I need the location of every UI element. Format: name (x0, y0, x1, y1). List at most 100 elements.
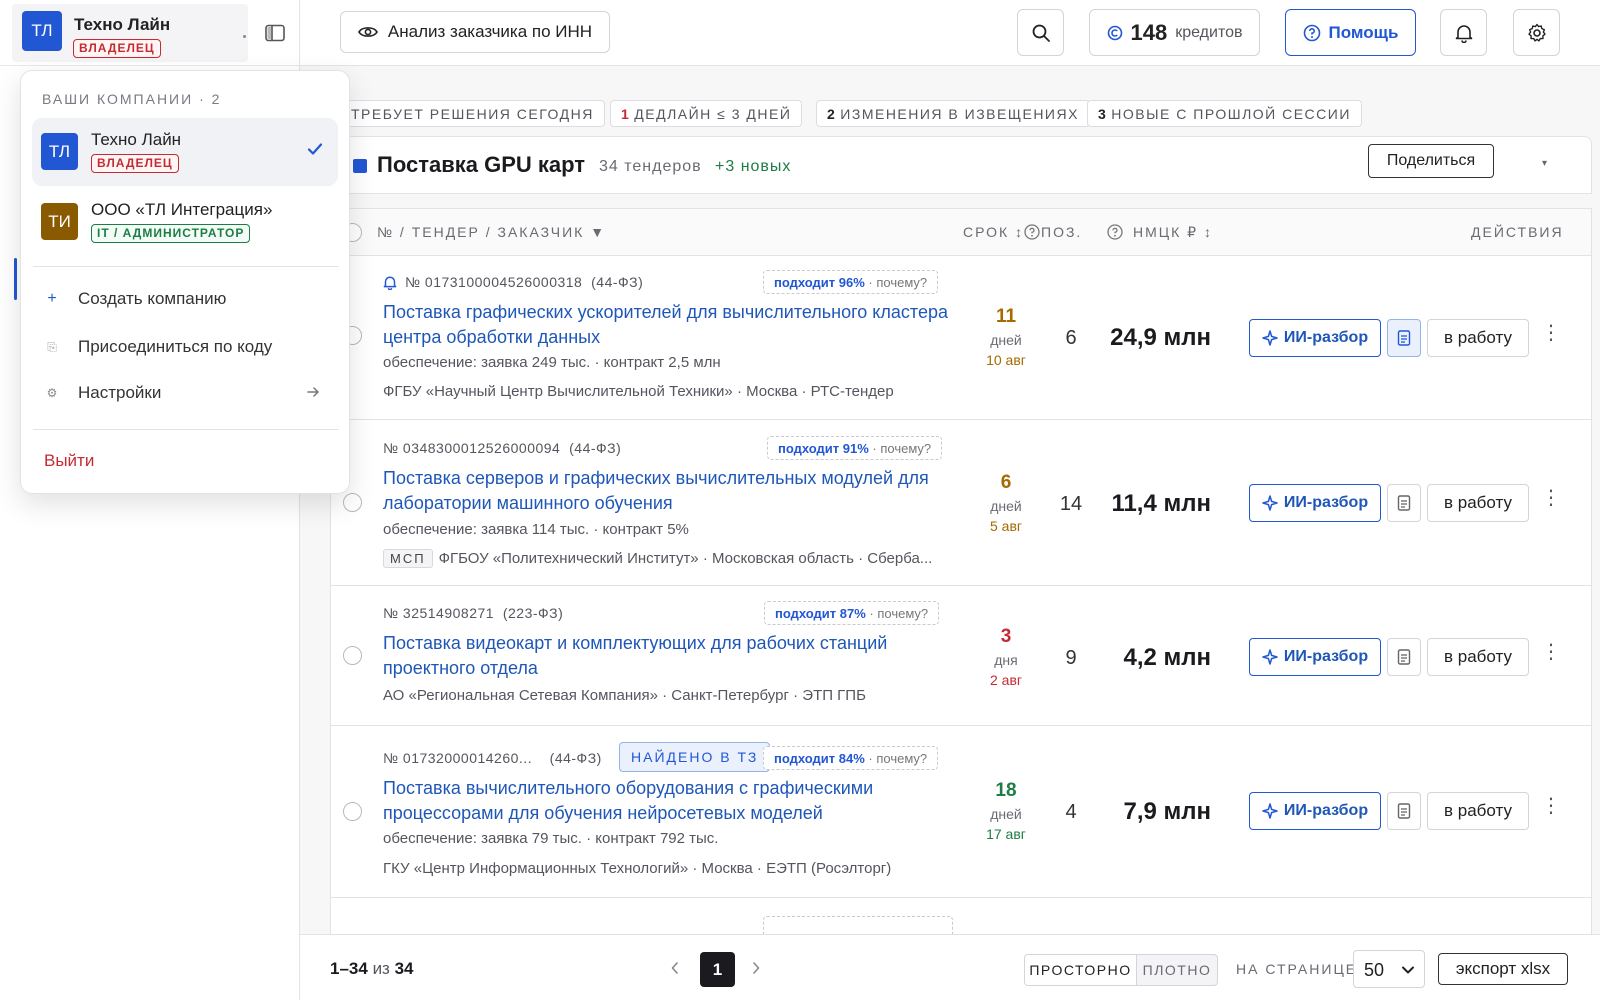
export-xlsx-button[interactable]: экспорт xlsx (1438, 953, 1568, 985)
company-avatar: ТЛ (22, 11, 62, 51)
row-checkbox[interactable] (343, 802, 362, 821)
help-button[interactable]: Помощь (1285, 9, 1416, 56)
tender-title-link[interactable]: Поставка серверов и графических вычислит… (383, 466, 958, 516)
header-nmck[interactable]: НМЦК ₽ ↕ (1133, 224, 1213, 241)
company-name: Техно Лайн (74, 15, 171, 34)
chip-changes[interactable]: 2 ИЗМЕНЕНИЯ В ИЗВЕЩЕНИЯХ (816, 100, 1090, 127)
collection-new-count: +3 новых (715, 158, 792, 175)
settings-label: Настройки (78, 383, 162, 402)
ai-analysis-button[interactable]: ИИ-разбор (1249, 319, 1381, 357)
tender-customer: ГКУ «Центр Информационных Технологий» · … (383, 860, 892, 877)
row-checkbox[interactable] (343, 646, 362, 665)
chip-new[interactable]: 3 НОВЫЕ С ПРОШЛОЙ СЕССИИ (1087, 100, 1362, 127)
dropdown-divider (33, 429, 339, 430)
deadline-unit: дней (990, 498, 1022, 514)
credits-icon (1107, 25, 1123, 41)
tender-title-link[interactable]: Поставка вычислительного оборудования с … (383, 776, 958, 826)
chevron-right-icon[interactable] (751, 961, 761, 975)
fit-score-badge[interactable]: подходит 84% · почему? (763, 746, 939, 770)
take-to-work-button[interactable]: в работу (1427, 638, 1529, 676)
company-option-name: ООО «ТЛ Интеграция» (91, 200, 273, 219)
ai-analysis-label: ИИ-разбор (1283, 329, 1369, 346)
share-button[interactable]: Поделиться (1368, 144, 1494, 178)
header-deadline[interactable]: СРОК ↕ (963, 224, 1024, 240)
table-row[interactable]: № 0173100004526000318 (44-ФЗ) подходит 9… (331, 256, 1591, 420)
header-tender[interactable]: № / ТЕНДЕР / ЗАКАЗЧИК ▼ (377, 224, 606, 240)
ai-analysis-button[interactable]: ИИ-разбор (1249, 638, 1381, 676)
chevron-left-icon[interactable] (670, 961, 680, 975)
positions-count: 14 (1059, 493, 1083, 515)
deadline-date: 2 авг (989, 672, 1022, 688)
logout-button[interactable]: Выйти (44, 451, 94, 471)
ai-analysis-button[interactable]: ИИ-разбор (1249, 484, 1381, 522)
document-button[interactable] (1387, 484, 1421, 522)
create-company-label: Создать компанию (78, 289, 227, 308)
tender-number: № 01732000014260... (44-ФЗ) (383, 750, 602, 766)
tender-title-link[interactable]: Поставка видеокарт и комплектующих для р… (383, 631, 958, 681)
more-vertical-icon[interactable]: ⋮ (1541, 323, 1561, 343)
company-option-tl-integration[interactable]: ТИ ООО «ТЛ Интеграция» IT / АДМИНИСТРАТО… (32, 188, 338, 256)
document-icon (1397, 330, 1411, 346)
density-spacious[interactable]: ПРОСТОРНО (1025, 955, 1137, 985)
switcher-caret-icon (243, 35, 246, 38)
help-circle-icon[interactable] (1024, 224, 1040, 240)
share-menu-caret-icon[interactable]: ▾ (1542, 158, 1548, 169)
page-1-button[interactable]: 1 (700, 952, 735, 987)
company-option-name: Техно Лайн (91, 130, 182, 149)
help-circle-icon[interactable] (1107, 224, 1123, 240)
join-by-code-button[interactable]: ⎘ Присоединиться по коду (33, 327, 339, 367)
settings-button[interactable]: ⚙ Настройки (33, 373, 339, 413)
more-vertical-icon[interactable]: ⋮ (1541, 488, 1561, 508)
deadline-cell: 6 дней 5 авг (971, 472, 1041, 534)
search-button[interactable] (1017, 9, 1064, 56)
chip-deadline[interactable]: 1 ДЕДЛАЙН ≤ 3 ДНЕЙ (610, 100, 803, 127)
main-content: ТРЕБУЕТ РЕШЕНИЯ СЕГОДНЯ 1 ДЕДЛАЙН ≤ 3 ДНЕ… (300, 66, 1600, 948)
row-checkbox[interactable] (343, 493, 362, 512)
deadline-cell: 11 дней 10 авг (971, 306, 1041, 368)
company-switcher[interactable]: ТЛ Техно Лайн ВЛАДЕЛЕЦ (12, 4, 248, 62)
sidebar-toggle-icon[interactable] (262, 20, 288, 46)
notifications-button[interactable] (1440, 9, 1487, 56)
table-row[interactable]: № 0348300012526000094 (44-ФЗ) подходит 9… (331, 420, 1591, 586)
sidebar-active-indicator (14, 258, 17, 300)
density-compact[interactable]: ПЛОТНО (1137, 955, 1217, 985)
ai-analysis-button[interactable]: ИИ-разбор (1249, 792, 1381, 830)
deadline-days: 18 (995, 780, 1017, 801)
sidebar-header: ТЛ Техно Лайн ВЛАДЕЛЕЦ (0, 0, 300, 66)
dropdown-divider (33, 266, 339, 267)
bell-icon (1455, 23, 1473, 43)
table-row[interactable]: № 01732000014260... (44-ФЗ) НАЙДЕНО В ТЗ… (331, 726, 1591, 898)
company-avatar: ТИ (41, 203, 78, 240)
credits-button[interactable]: 148 кредитов (1089, 9, 1260, 56)
per-page-select[interactable]: 50 (1353, 950, 1425, 988)
document-icon (1397, 803, 1411, 819)
deadline-date: 5 авг (989, 518, 1022, 534)
company-option-techno-line[interactable]: ТЛ Техно Лайн ВЛАДЕЛЕЦ (32, 118, 338, 186)
help-label: Помощь (1328, 22, 1399, 42)
results-range: 1–34 из 34 (330, 959, 414, 978)
pagination-footer: 1–34 из 34 1 ПРОСТОРНО ПЛОТНО НА СТРАНИЦ… (300, 934, 1600, 1000)
more-vertical-icon[interactable]: ⋮ (1541, 796, 1561, 816)
document-button[interactable] (1387, 638, 1421, 676)
table-row[interactable]: № 32514908271 (223-ФЗ) подходит 87% · по… (331, 586, 1591, 726)
company-option-role: IT / АДМИНИСТРАТОР (91, 224, 251, 243)
check-icon (307, 142, 323, 156)
take-to-work-button[interactable]: в работу (1427, 484, 1529, 522)
fit-score-badge[interactable]: подходит 87% · почему? (764, 601, 940, 625)
join-by-code-label: Присоединиться по коду (78, 337, 273, 356)
fit-score-badge[interactable]: подходит 91% · почему? (767, 436, 943, 460)
fit-score-badge[interactable]: подходит 96% · почему? (763, 270, 939, 294)
take-to-work-button[interactable]: в работу (1427, 319, 1529, 357)
tender-title-link[interactable]: Поставка графических ускорителей для выч… (383, 300, 958, 350)
chip-needs-decision[interactable]: ТРЕБУЕТ РЕШЕНИЯ СЕГОДНЯ (340, 100, 605, 127)
inn-analysis-button[interactable]: Анализ заказчика по ИНН (340, 11, 610, 53)
document-button[interactable] (1387, 319, 1421, 357)
chip-count: 3 (1098, 106, 1108, 122)
document-button[interactable] (1387, 792, 1421, 830)
take-to-work-button[interactable]: в работу (1427, 792, 1529, 830)
create-company-button[interactable]: + Создать компанию (33, 279, 339, 319)
collection-count: 34 тендеров (599, 158, 702, 175)
collection-title: Поставка GPU карт (377, 152, 586, 177)
more-vertical-icon[interactable]: ⋮ (1541, 642, 1561, 662)
settings-gear-button[interactable] (1513, 9, 1560, 56)
